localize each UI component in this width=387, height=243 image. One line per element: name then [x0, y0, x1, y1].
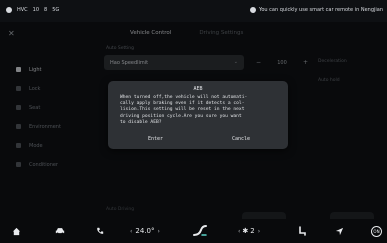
dialog-line: to disable AEB?: [120, 119, 162, 125]
dialog-message: When turned off,the vehicle will not aut…: [120, 95, 280, 126]
car-icon: [55, 228, 65, 235]
status-notice-text: You can quickly use smart car remote in …: [258, 7, 383, 13]
fan-decrease-button[interactable]: ‹: [238, 228, 240, 235]
bottom-dock: ‹ 24.0° › ‹ ✱ 2 › ON: [0, 219, 387, 243]
signal-icon: [6, 7, 12, 13]
dialog-title: AEB: [193, 86, 203, 92]
vehicle-button[interactable]: [55, 219, 65, 243]
navigation-icon: [335, 227, 344, 235]
power-icon: ON: [371, 225, 382, 237]
temperature-control: ‹ 24.0° ›: [130, 219, 160, 243]
status-icons: HVC 10 8 5G: [6, 7, 59, 13]
fan-increase-button[interactable]: ›: [258, 228, 260, 235]
enter-button[interactable]: Enter: [148, 136, 163, 142]
seat-heat-icon: [193, 225, 207, 236]
status-item: 5G: [52, 7, 60, 13]
seat-heat-button[interactable]: [192, 219, 208, 243]
temp-decrease-button[interactable]: ‹: [130, 228, 132, 235]
home-button[interactable]: [12, 219, 21, 243]
fan-level-value: 2: [250, 227, 255, 235]
home-icon: [12, 227, 21, 235]
fan-icon: ✱: [242, 227, 249, 235]
info-icon: [249, 7, 256, 13]
status-item: HVC: [17, 7, 28, 13]
status-bar: HVC 10 8 5G You can quickly use smart ca…: [0, 0, 387, 22]
navigation-button[interactable]: [335, 219, 344, 243]
temperature-value: 24.0°: [135, 227, 155, 235]
power-button[interactable]: ON: [371, 219, 382, 243]
status-notice[interactable]: You can quickly use smart car remote in …: [249, 7, 383, 13]
status-item: 8: [44, 7, 48, 13]
aeb-dialog: AEB When turned off,the vehicle will not…: [108, 81, 288, 149]
temp-increase-button[interactable]: ›: [158, 228, 160, 235]
status-item: 10: [32, 7, 40, 13]
cancel-button[interactable]: Cancle: [232, 136, 250, 142]
phone-icon: [97, 227, 104, 234]
seat-icon: [299, 226, 306, 236]
fan-control: ‹ ✱ 2 ›: [238, 219, 260, 243]
seat-button[interactable]: [298, 219, 306, 243]
phone-button[interactable]: [96, 219, 104, 243]
